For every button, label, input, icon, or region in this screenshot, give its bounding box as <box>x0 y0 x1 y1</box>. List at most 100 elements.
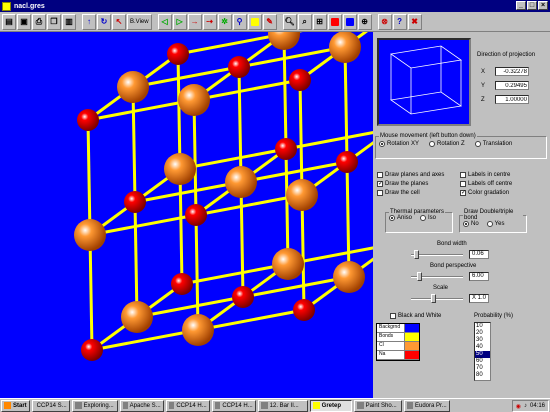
planes-axes-check[interactable]: Draw planes and axes <box>377 172 444 178</box>
iso-radio[interactable]: Iso <box>420 215 436 221</box>
bond-yes-radio[interactable]: Yes <box>486 221 504 227</box>
na-atom <box>293 299 315 321</box>
arrow-tool-icon[interactable]: ⇢ <box>202 13 217 30</box>
start-button[interactable]: Start <box>1 399 30 412</box>
arrow-right-icon[interactable]: → <box>187 13 202 30</box>
na-atom <box>336 151 358 173</box>
color-icon[interactable] <box>327 13 342 30</box>
y-coord-field[interactable] <box>495 81 529 90</box>
expand-right-icon[interactable]: ▷ <box>172 13 187 30</box>
taskbar-item[interactable]: 12. Bar Il... <box>257 399 308 412</box>
taskbar-item[interactable]: CCP14 S... <box>31 399 70 412</box>
rotation-xy-radio[interactable]: Rotation XY <box>379 141 419 147</box>
probability-option[interactable]: 60 <box>475 358 490 365</box>
bond <box>239 181 245 298</box>
cell-icon[interactable]: ✎ <box>262 13 277 30</box>
labels-offcentre-check[interactable]: Labels off centre <box>460 181 512 187</box>
cl-atom <box>182 314 214 346</box>
draw-planes-check[interactable]: ✓ Draw the planes <box>377 181 444 187</box>
taskbar: Start CCP14 S... Exploring... Apache S..… <box>0 398 550 412</box>
aniso-radio[interactable]: Aniso <box>389 215 412 221</box>
color-legend: Backgrnd Bonds Cl Na <box>376 323 420 361</box>
scale-slider[interactable] <box>411 294 463 304</box>
minimize-button[interactable]: _ <box>516 1 526 10</box>
legend-row[interactable]: Bonds <box>377 333 419 342</box>
cl-atom <box>164 153 196 185</box>
na-atom <box>232 286 254 308</box>
legend-row[interactable]: Backgrnd <box>377 324 419 333</box>
maximize-button[interactable]: □ <box>527 1 537 10</box>
probability-option[interactable]: 50 <box>475 351 490 358</box>
legend-row[interactable]: Na <box>377 351 419 360</box>
black-white-check[interactable]: Black and White <box>390 313 441 319</box>
na-atom <box>81 339 103 361</box>
settings-icon[interactable]: ⊕ <box>357 13 372 30</box>
open-icon[interactable]: ▤ <box>2 13 16 30</box>
bond <box>282 33 288 150</box>
zoom-out-icon[interactable]: ⌕ <box>297 13 312 30</box>
bond <box>194 214 200 331</box>
help-icon[interactable]: ? <box>392 13 407 30</box>
taskbar-item[interactable]: Paint Sho... <box>353 399 402 412</box>
structure-viewport[interactable] <box>0 32 373 398</box>
taskbar-item[interactable]: Exploring... <box>71 399 118 412</box>
z-coord-field[interactable] <box>495 95 529 104</box>
axes-icon[interactable]: ↖ <box>112 13 126 30</box>
taskbar-item[interactable]: CCP14 H... <box>165 399 210 412</box>
fit-icon[interactable]: ⊞ <box>312 13 327 30</box>
mouse-movement-group: Mouse movement (left button down) Rotati… <box>375 133 547 159</box>
legend-row[interactable]: Cl <box>377 342 419 351</box>
probability-option[interactable]: 70 <box>475 365 490 372</box>
crystal-structure <box>74 32 373 361</box>
zoom-in-icon[interactable]: 🔍︎ <box>282 13 297 30</box>
bview-button[interactable]: B.View <box>127 13 152 30</box>
probability-option[interactable]: 20 <box>475 330 490 337</box>
probability-option[interactable]: 40 <box>475 344 490 351</box>
na-atom <box>171 273 193 295</box>
speaker-icon[interactable]: ♪ <box>524 403 527 409</box>
thermal-group: Thermal parameters Aniso Iso <box>385 209 453 233</box>
na-atom <box>185 204 207 226</box>
probability-list[interactable]: 10 20 30 40 50 60 70 80 <box>474 322 491 381</box>
close-button[interactable]: × <box>538 1 548 10</box>
bond <box>237 66 243 183</box>
atoms-icon[interactable]: ✲ <box>217 13 232 30</box>
probability-option[interactable]: 10 <box>475 323 490 330</box>
save-icon[interactable]: ▣ <box>17 13 31 30</box>
tray-icon[interactable]: ◉ <box>516 403 521 410</box>
clipboard-icon[interactable]: ▥ <box>62 13 76 30</box>
bond <box>88 234 94 351</box>
rotation-z-radio[interactable]: Rotation Z <box>429 141 465 147</box>
projection-preview[interactable] <box>377 38 471 126</box>
cl-atom <box>329 32 361 63</box>
app-icon <box>2 1 11 11</box>
x-coord-field[interactable] <box>495 67 529 76</box>
exit-icon[interactable]: ✖ <box>407 13 422 30</box>
translation-radio[interactable]: Translation <box>474 141 512 147</box>
bond-perspective-value: 6.00 <box>469 272 489 281</box>
print-icon[interactable]: ⎙ <box>32 13 46 30</box>
labels-centre-check[interactable]: Labels in centre <box>460 172 512 178</box>
probability-option[interactable]: 30 <box>475 337 490 344</box>
taskbar-item[interactable]: Eudora Pr... <box>403 399 450 412</box>
bond-no-radio[interactable]: No <box>463 221 479 227</box>
rotate-up-icon[interactable]: ↑ <box>82 13 96 30</box>
taskbar-item-active[interactable]: Gretep <box>309 399 352 412</box>
taskbar-item[interactable]: Apache S... <box>119 399 164 412</box>
rotate-icon[interactable]: ↻ <box>97 13 111 30</box>
scale-label: Scale <box>433 285 449 291</box>
probability-option[interactable]: 80 <box>475 372 490 379</box>
draw-cell-check[interactable]: Draw the cell <box>377 190 444 196</box>
plane-icon[interactable] <box>247 13 262 30</box>
bond-perspective-slider[interactable] <box>411 272 463 282</box>
bond <box>343 46 349 163</box>
palette-icon[interactable] <box>342 13 357 30</box>
stop-icon[interactable]: ⊗ <box>377 13 392 30</box>
bond-icon[interactable]: ⚲ <box>232 13 247 30</box>
expand-left-icon[interactable]: ◁ <box>157 13 172 30</box>
bond-width-slider[interactable] <box>411 250 463 260</box>
na-atom <box>275 138 297 160</box>
color-gradation-check[interactable]: ✓ Color gradation <box>460 190 512 196</box>
taskbar-item[interactable]: CCP14 H... <box>211 399 256 412</box>
copy-icon[interactable]: ❐ <box>47 13 61 30</box>
